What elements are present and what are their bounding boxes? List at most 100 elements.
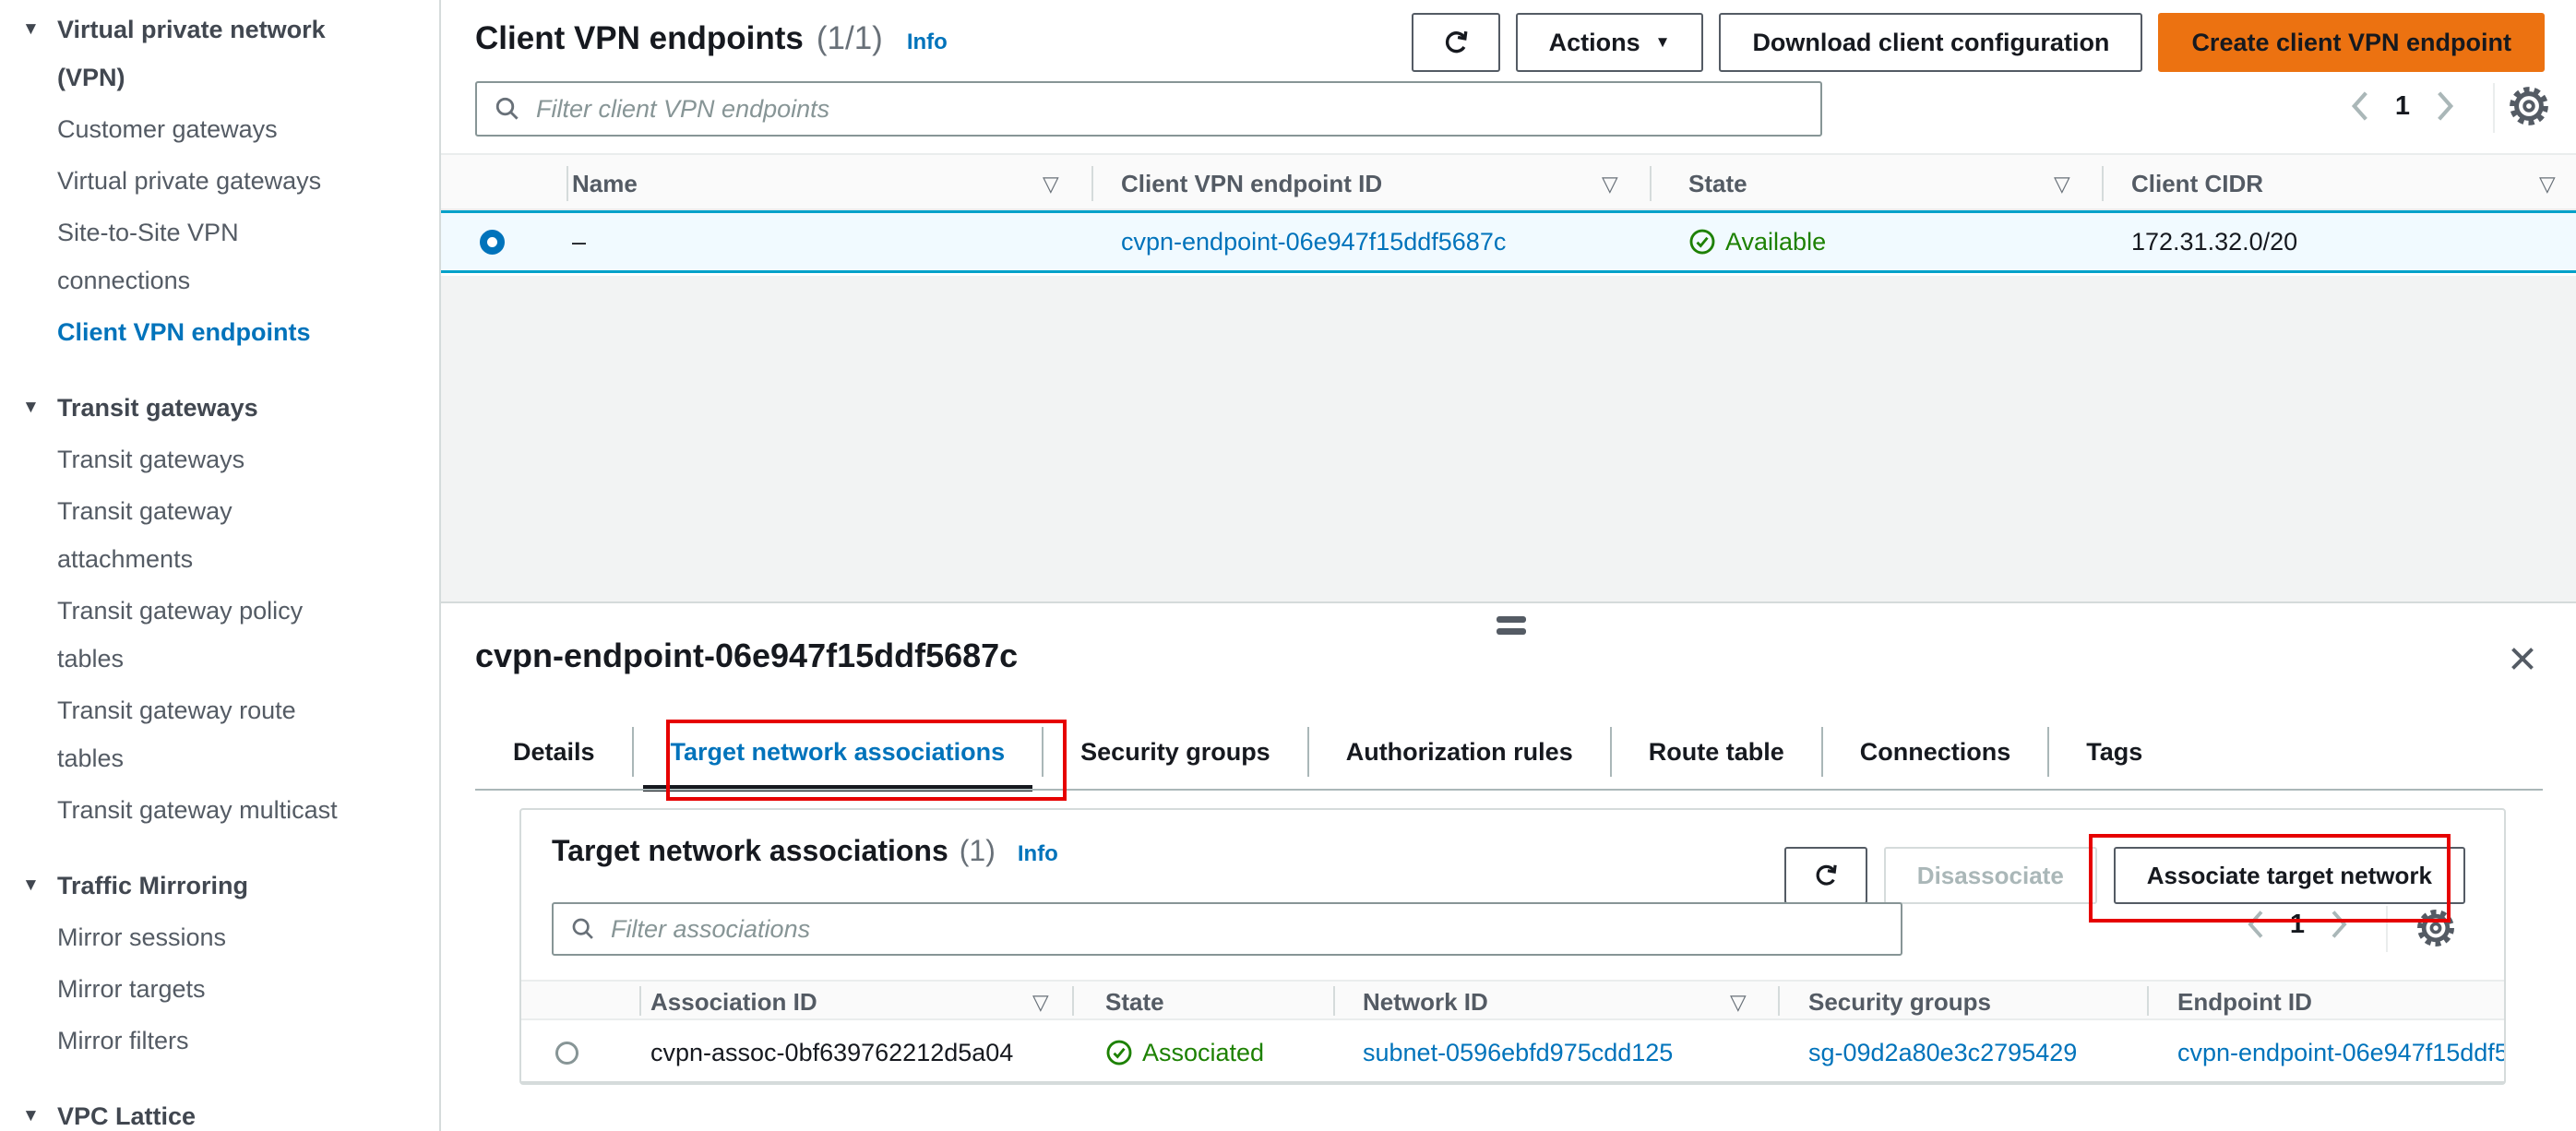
filter-client-cidr-icon[interactable]: ▽ (2539, 155, 2556, 212)
sidebar-item-mirror-filters[interactable]: Mirror filters (0, 1017, 362, 1065)
section-expander-icon[interactable]: ▼ (22, 1092, 40, 1131)
section-expander-icon[interactable]: ▼ (22, 862, 40, 910)
filter-name-icon[interactable]: ▽ (1043, 155, 1059, 212)
status-available-icon (1689, 229, 1715, 255)
row-radio-selected[interactable] (480, 230, 505, 255)
next-page-icon[interactable] (2434, 89, 2456, 124)
info-link[interactable]: Info (907, 30, 948, 55)
sidebar-item-transit-gateway-policy-tables[interactable]: Transit gateway policy tables (0, 587, 362, 683)
cell-endpoint-id-link[interactable]: cvpn-endpoint-06e947f15ddf5687c (1121, 213, 1506, 270)
column-header-endpoint-id[interactable]: Endpoint ID (2177, 982, 2312, 1022)
chevron-down-icon: ▼ (1654, 33, 1671, 51)
sidebar-item-transit-gateways[interactable]: Transit gateways (0, 435, 362, 483)
refresh-icon (1816, 864, 1837, 886)
endpoint-filter (475, 81, 1822, 137)
column-header-security-groups[interactable]: Security groups (1808, 982, 1991, 1022)
cell-endpoint-id-link[interactable]: cvpn-endpoint-06e947f15ddf5687c (2177, 1022, 2504, 1081)
create-client-vpn-endpoint-button[interactable]: Create client VPN endpoint (2158, 13, 2545, 72)
associate-target-network-button[interactable]: Associate target network (2113, 847, 2465, 904)
sidebar-item-mirror-sessions[interactable]: Mirror sessions (0, 913, 362, 961)
endpoint-table-row[interactable]: – cvpn-endpoint-06e947f15ddf5687c Availa… (441, 210, 2576, 273)
column-header-state[interactable]: State (1688, 155, 1747, 212)
tab-details[interactable]: Details (478, 714, 632, 790)
column-divider (1091, 166, 1093, 201)
column-divider (1650, 166, 1652, 201)
associations-filter-input[interactable] (611, 914, 1884, 944)
filter-endpoint-id-icon[interactable]: ▽ (1602, 155, 1618, 212)
current-page[interactable]: 1 (2290, 910, 2305, 940)
main-content: Client VPN endpoints (1/1) Info Actions … (441, 0, 2576, 1131)
sidebar-item-mirror-targets[interactable]: Mirror targets (0, 965, 362, 1013)
column-header-name[interactable]: Name (572, 155, 638, 212)
tab-security-groups[interactable]: Security groups (1044, 714, 1307, 790)
toolbar: Actions ▼ Download client configuration … (1411, 13, 2545, 72)
sidebar-section-label: VPC Lattice (57, 1102, 197, 1130)
column-header-state[interactable]: State (1105, 982, 1164, 1022)
filter-network-id-icon[interactable]: ▽ (1730, 982, 1747, 1022)
associations-count: (1) (959, 834, 996, 867)
sidebar-item-site-to-site-vpn-connections[interactable]: Site-to-Site VPN connections (0, 208, 362, 304)
previous-page-icon[interactable] (2246, 908, 2266, 941)
associations-pagination: 1 (2246, 908, 2349, 941)
sidebar-section-mirroring-header[interactable]: ▼ Traffic Mirroring (0, 862, 332, 910)
endpoint-filter-input[interactable] (536, 94, 1804, 124)
current-page[interactable]: 1 (2395, 91, 2410, 122)
target-network-associations-card: Target network associations (1) Info Dis… (519, 808, 2506, 1085)
settings-gear-icon[interactable] (2508, 85, 2550, 127)
tab-authorization-rules[interactable]: Authorization rules (1309, 714, 1610, 790)
sidebar-item-transit-gateway-attachments[interactable]: Transit gateway attachments (0, 487, 362, 583)
sidebar-section-vpc-lattice: ▼ VPC Lattice (0, 1092, 439, 1131)
cell-association-id: cvpn-assoc-0bf639762212d5a04 (650, 1038, 1014, 1066)
association-table-row[interactable]: cvpn-assoc-0bf639762212d5a04 Associated … (521, 1022, 2504, 1083)
status-associated-icon (1106, 1040, 1132, 1066)
page-heading: Client VPN endpoints (1/1) Info (475, 20, 948, 57)
page-title: Client VPN endpoints (475, 20, 804, 56)
column-header-association-id[interactable]: Association ID (650, 982, 817, 1022)
column-divider (1072, 986, 1074, 1016)
refresh-button[interactable] (1411, 13, 1500, 72)
row-radio-unselected[interactable] (555, 1022, 578, 1081)
associations-info-link[interactable]: Info (1018, 841, 1058, 867)
filter-state-icon[interactable]: ▽ (2054, 155, 2070, 212)
cell-state: Available (1688, 213, 1826, 270)
settings-gear-icon[interactable] (2415, 908, 2456, 948)
sidebar-section-lattice-header[interactable]: ▼ VPC Lattice (0, 1092, 332, 1131)
search-icon (572, 918, 593, 939)
sidebar-section-vpn-header[interactable]: ▼ Virtual private network (VPN) (0, 6, 332, 101)
section-expander-icon[interactable]: ▼ (22, 384, 40, 432)
associations-refresh-button[interactable] (1783, 847, 1867, 904)
disassociate-button[interactable]: Disassociate (1883, 847, 2097, 904)
sidebar-item-transit-gateway-multicast[interactable]: Transit gateway multicast (0, 786, 362, 834)
cell-security-group-link[interactable]: sg-09d2a80e3c2795429 (1808, 1022, 2077, 1081)
tab-route-table[interactable]: Route table (1612, 714, 1821, 790)
tab-tags[interactable]: Tags (2049, 714, 2179, 790)
tabs-bottom-rule (475, 789, 2543, 791)
search-icon (495, 97, 519, 120)
cell-name: – (572, 227, 587, 256)
section-expander-icon[interactable]: ▼ (22, 6, 40, 54)
vpc-console-screen: ▼ Virtual private network (VPN) Customer… (0, 0, 2576, 1131)
column-header-client-cidr[interactable]: Client CIDR (2131, 155, 2263, 212)
sidebar-section-transit-gateways: ▼ Transit gateways Transit gateways Tran… (0, 384, 439, 834)
tab-target-network-associations[interactable]: Target network associations (634, 714, 1043, 792)
tab-connections[interactable]: Connections (1823, 714, 2048, 790)
download-client-configuration-button[interactable]: Download client configuration (1719, 13, 2143, 72)
sidebar-item-customer-gateways[interactable]: Customer gateways (0, 105, 362, 153)
column-header-endpoint-id[interactable]: Client VPN endpoint ID (1121, 155, 1382, 212)
previous-page-icon[interactable] (2349, 89, 2371, 124)
next-page-icon[interactable] (2329, 908, 2349, 941)
column-header-network-id[interactable]: Network ID (1363, 982, 1488, 1022)
split-panel-drag-handle[interactable] (1497, 616, 1526, 640)
cell-network-id-link[interactable]: subnet-0596ebfd975cdd125 (1363, 1022, 1673, 1081)
close-icon[interactable] (2506, 642, 2539, 675)
sidebar-item-virtual-private-gateways[interactable]: Virtual private gateways (0, 157, 362, 205)
associations-filter (552, 902, 1902, 956)
sidebar-section-transit-header[interactable]: ▼ Transit gateways (0, 384, 332, 432)
column-divider (639, 986, 641, 1016)
actions-button[interactable]: Actions ▼ (1515, 13, 1704, 72)
filter-association-id-icon[interactable]: ▽ (1032, 982, 1049, 1022)
refresh-icon (1445, 30, 1468, 54)
sidebar-item-client-vpn-endpoints[interactable]: Client VPN endpoints (0, 308, 362, 356)
sidebar-item-transit-gateway-route-tables[interactable]: Transit gateway route tables (0, 686, 362, 782)
toolbar-divider (2386, 906, 2388, 952)
